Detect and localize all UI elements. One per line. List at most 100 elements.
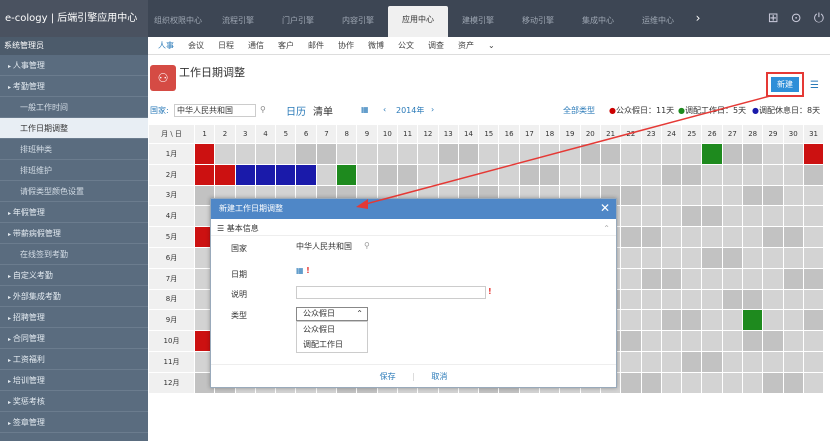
- day-cell[interactable]: [254, 143, 277, 165]
- day-cell[interactable]: [782, 350, 804, 373]
- day-cell[interactable]: [518, 143, 541, 165]
- view-calendar-tab[interactable]: 日历: [286, 103, 306, 118]
- day-cell[interactable]: [721, 205, 744, 228]
- day-cell[interactable]: [437, 143, 459, 165]
- sidebar-item[interactable]: 排班种类: [0, 139, 148, 160]
- dropdown-option[interactable]: 调配工作日: [297, 337, 367, 352]
- top-nav-item[interactable]: 移动引擎: [508, 0, 568, 37]
- day-cell[interactable]: [701, 309, 723, 332]
- sidebar-item[interactable]: 工作日期调整: [0, 118, 148, 139]
- day-cell[interactable]: [620, 226, 642, 248]
- day-cell[interactable]: [742, 309, 764, 332]
- day-cell[interactable]: [640, 330, 662, 352]
- day-cell[interactable]: [782, 184, 804, 207]
- day-cell[interactable]: [802, 226, 825, 248]
- day-cell[interactable]: [802, 267, 825, 290]
- day-cell[interactable]: [742, 330, 764, 352]
- day-cell[interactable]: [762, 288, 784, 311]
- day-cell[interactable]: [742, 184, 764, 207]
- day-cell[interactable]: [681, 350, 703, 373]
- day-cell[interactable]: [660, 309, 683, 332]
- day-cell[interactable]: [660, 184, 683, 207]
- cancel-button[interactable]: 取消: [431, 372, 447, 381]
- day-cell[interactable]: [742, 350, 764, 373]
- day-cell[interactable]: [802, 163, 825, 186]
- day-cell[interactable]: [234, 143, 256, 165]
- day-cell[interactable]: [681, 309, 703, 332]
- day-cell[interactable]: [782, 246, 804, 269]
- sidebar-item[interactable]: 自定义考勤: [0, 265, 148, 286]
- day-cell[interactable]: [802, 143, 825, 165]
- day-cell[interactable]: [742, 288, 764, 311]
- day-cell[interactable]: [782, 288, 804, 311]
- day-cell[interactable]: [721, 371, 744, 394]
- day-cell[interactable]: [620, 350, 642, 373]
- day-cell[interactable]: [681, 205, 703, 228]
- day-cell[interactable]: [660, 330, 683, 352]
- day-cell[interactable]: [620, 267, 642, 290]
- day-cell[interactable]: [681, 288, 703, 311]
- view-list-tab[interactable]: 清单: [313, 103, 333, 118]
- sidebar-item[interactable]: 人事管理: [0, 55, 148, 76]
- day-cell[interactable]: [681, 371, 703, 394]
- day-cell[interactable]: [681, 163, 703, 186]
- day-cell[interactable]: [295, 143, 317, 165]
- day-cell[interactable]: [396, 143, 419, 165]
- day-cell[interactable]: [701, 350, 723, 373]
- day-cell[interactable]: [396, 163, 419, 186]
- day-cell[interactable]: [539, 163, 561, 186]
- next-year-icon[interactable]: ›: [431, 105, 434, 114]
- subnav-item[interactable]: 客户: [278, 40, 294, 51]
- day-cell[interactable]: [701, 163, 723, 186]
- day-cell[interactable]: [336, 143, 358, 165]
- top-nav-item[interactable]: 组织权限中心: [148, 0, 208, 37]
- day-cell[interactable]: [640, 267, 662, 290]
- day-cell[interactable]: [701, 143, 723, 165]
- day-cell[interactable]: [579, 143, 601, 165]
- day-cell[interactable]: [762, 226, 784, 248]
- day-cell[interactable]: [701, 288, 723, 311]
- day-cell[interactable]: [559, 143, 581, 165]
- day-cell[interactable]: [640, 371, 662, 394]
- day-cell[interactable]: [681, 184, 703, 207]
- day-cell[interactable]: [782, 143, 804, 165]
- day-cell[interactable]: [802, 350, 825, 373]
- day-cell[interactable]: [498, 143, 520, 165]
- day-cell[interactable]: [802, 371, 825, 394]
- subnav-item[interactable]: 协作: [338, 40, 354, 51]
- day-cell[interactable]: [620, 371, 642, 394]
- day-cell[interactable]: [742, 143, 764, 165]
- subnav-item[interactable]: 微博: [368, 40, 384, 51]
- desc-input[interactable]: [296, 286, 486, 299]
- sidebar-item[interactable]: 奖惩考核: [0, 391, 148, 412]
- sidebar-item[interactable]: 请假类型颜色设置: [0, 181, 148, 202]
- day-cell[interactable]: [742, 226, 764, 248]
- type-select[interactable]: 公众假日 ⌃: [296, 307, 368, 321]
- day-cell[interactable]: [762, 205, 784, 228]
- day-cell[interactable]: [640, 350, 662, 373]
- day-cell[interactable]: [681, 246, 703, 269]
- day-cell[interactable]: [620, 184, 642, 207]
- day-cell[interactable]: [721, 330, 744, 352]
- day-cell[interactable]: [802, 330, 825, 352]
- day-cell[interactable]: [802, 184, 825, 207]
- day-cell[interactable]: [782, 330, 804, 352]
- subnav-item[interactable]: 邮件: [308, 40, 324, 51]
- day-cell[interactable]: [762, 309, 784, 332]
- day-cell[interactable]: [701, 330, 723, 352]
- day-cell[interactable]: [640, 163, 662, 186]
- day-cell[interactable]: [660, 163, 683, 186]
- day-cell[interactable]: [701, 226, 723, 248]
- day-cell[interactable]: [742, 205, 764, 228]
- day-cell[interactable]: [762, 246, 784, 269]
- day-cell[interactable]: [721, 246, 744, 269]
- day-cell[interactable]: [802, 309, 825, 332]
- collapse-icon[interactable]: ⌃: [603, 221, 610, 236]
- day-cell[interactable]: [660, 288, 683, 311]
- day-cell[interactable]: [762, 330, 784, 352]
- day-cell[interactable]: [640, 309, 662, 332]
- day-cell[interactable]: [742, 267, 764, 290]
- day-cell[interactable]: [721, 226, 744, 248]
- day-cell[interactable]: [295, 163, 317, 186]
- subnav-item[interactable]: 资产: [458, 40, 474, 51]
